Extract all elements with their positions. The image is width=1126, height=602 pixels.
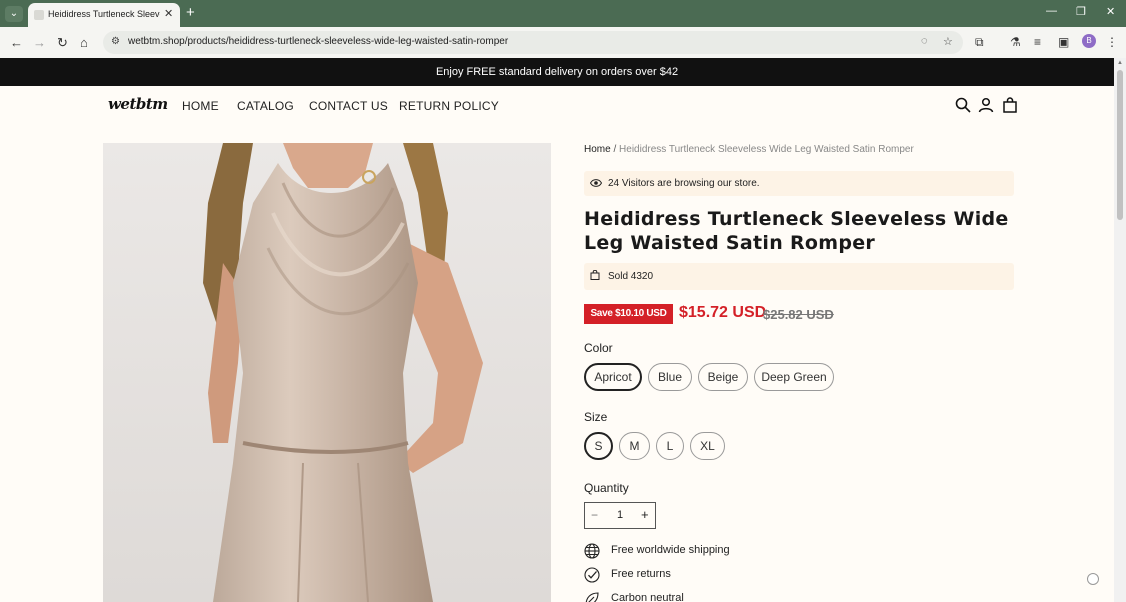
- scroll-up-icon[interactable]: ▲: [1117, 60, 1123, 66]
- size-option-m[interactable]: M: [619, 432, 650, 460]
- size-option-s[interactable]: S: [584, 432, 613, 460]
- nav-home[interactable]: HOME: [182, 99, 219, 113]
- sold-count-box: Sold 4320: [584, 263, 1014, 290]
- color-option-blue[interactable]: Blue: [648, 363, 692, 391]
- media-icon[interactable]: ≡: [1034, 35, 1041, 49]
- minimize-button[interactable]: —: [1046, 5, 1057, 17]
- cart-icon[interactable]: [1002, 97, 1018, 113]
- reload-icon[interactable]: ↻: [57, 35, 68, 51]
- announcement-bar: Enjoy FREE standard delivery on orders o…: [0, 58, 1114, 86]
- browser-tab[interactable]: Heididress Turtleneck Sleeveless ✕: [28, 3, 180, 27]
- save-badge: Save $10.10 USD: [584, 304, 673, 324]
- favicon-icon: [34, 10, 44, 20]
- breadcrumb-current: Heididress Turtleneck Sleeveless Wide Le…: [619, 144, 914, 155]
- globe-icon: [584, 543, 600, 559]
- sidepanel-icon[interactable]: ▣: [1058, 35, 1069, 49]
- color-label: Color: [584, 341, 613, 355]
- extensions-icon[interactable]: ⧉: [975, 35, 984, 50]
- breadcrumb-home[interactable]: Home: [584, 144, 611, 155]
- sale-price: $15.72 USD: [679, 304, 767, 321]
- forward-icon[interactable]: →: [33, 35, 46, 50]
- quantity-stepper: − 1 +: [584, 502, 656, 529]
- search-icon[interactable]: [955, 97, 971, 113]
- color-option-deep-green[interactable]: Deep Green: [754, 363, 834, 391]
- bookmark-star-icon[interactable]: ☆: [943, 35, 953, 48]
- tab-search-button[interactable]: ⌄: [5, 6, 23, 22]
- size-option-xl[interactable]: XL: [690, 432, 725, 460]
- color-option-apricot[interactable]: Apricot: [584, 363, 642, 391]
- site-info-icon[interactable]: ⚙: [111, 36, 123, 48]
- close-window-button[interactable]: ✕: [1106, 5, 1115, 18]
- quantity-increase-button[interactable]: +: [641, 507, 649, 522]
- browser-toolbar: ← → ↻ ⌂ ⚙ wetbtm.shop/products/heididres…: [0, 27, 1126, 58]
- quantity-label: Quantity: [584, 481, 629, 495]
- leaf-icon: [585, 592, 599, 602]
- eye-off-icon[interactable]: ◌: [921, 35, 928, 47]
- store-logo[interactable]: wetbtm: [108, 95, 168, 113]
- feature-text: Carbon neutral: [611, 592, 684, 602]
- breadcrumb-separator: /: [610, 144, 620, 155]
- account-icon[interactable]: [978, 97, 994, 113]
- breadcrumb: Home / Heididress Turtleneck Sleeveless …: [584, 144, 914, 155]
- home-icon[interactable]: ⌂: [80, 35, 88, 50]
- size-label: Size: [584, 410, 608, 424]
- menu-icon[interactable]: ⋮: [1106, 35, 1118, 49]
- browser-tab-bar: ⌄ Heididress Turtleneck Sleeveless ✕ + —…: [0, 0, 1126, 27]
- nav-return-policy[interactable]: RETURN POLICY: [399, 99, 499, 113]
- scrollbar-thumb[interactable]: [1117, 70, 1123, 220]
- color-option-beige[interactable]: Beige: [698, 363, 748, 391]
- shopping-bag-icon: [590, 270, 600, 280]
- quantity-decrease-button[interactable]: −: [591, 508, 598, 522]
- visitors-notice: 24 Visitors are browsing our store.: [584, 171, 1014, 196]
- feature-text: Free worldwide shipping: [611, 544, 730, 556]
- quantity-input[interactable]: 1: [617, 509, 623, 521]
- size-option-l[interactable]: L: [656, 432, 684, 460]
- product-photo: [103, 143, 551, 602]
- chat-widget-icon[interactable]: [1087, 573, 1099, 585]
- nav-catalog[interactable]: CATALOG: [237, 99, 294, 113]
- visitors-text: 24 Visitors are browsing our store.: [608, 178, 760, 189]
- address-bar[interactable]: ⚙ wetbtm.shop/products/heididress-turtle…: [103, 31, 963, 54]
- page-scrollbar[interactable]: ▲: [1114, 58, 1126, 602]
- compare-price: $25.82 USD: [763, 307, 834, 322]
- check-circle-icon: [584, 567, 600, 583]
- eye-icon: [590, 179, 602, 187]
- url-text: wetbtm.shop/products/heididress-turtlene…: [128, 36, 509, 47]
- feature-text: Free returns: [611, 568, 671, 580]
- profile-avatar[interactable]: B: [1082, 34, 1096, 48]
- nav-contact-us[interactable]: CONTACT US: [309, 99, 388, 113]
- sold-count: Sold 4320: [608, 271, 654, 282]
- new-tab-button[interactable]: +: [186, 4, 195, 21]
- back-icon[interactable]: ←: [10, 35, 23, 50]
- tab-title: Heididress Turtleneck Sleeveless: [48, 9, 160, 19]
- maximize-button[interactable]: ❐: [1076, 5, 1086, 18]
- tab-close-icon[interactable]: ✕: [164, 7, 173, 20]
- product-image[interactable]: [103, 143, 551, 602]
- product-title: Heididress Turtleneck Sleeveless Wide Le…: [584, 208, 1009, 254]
- labs-icon[interactable]: ⚗: [1010, 35, 1021, 49]
